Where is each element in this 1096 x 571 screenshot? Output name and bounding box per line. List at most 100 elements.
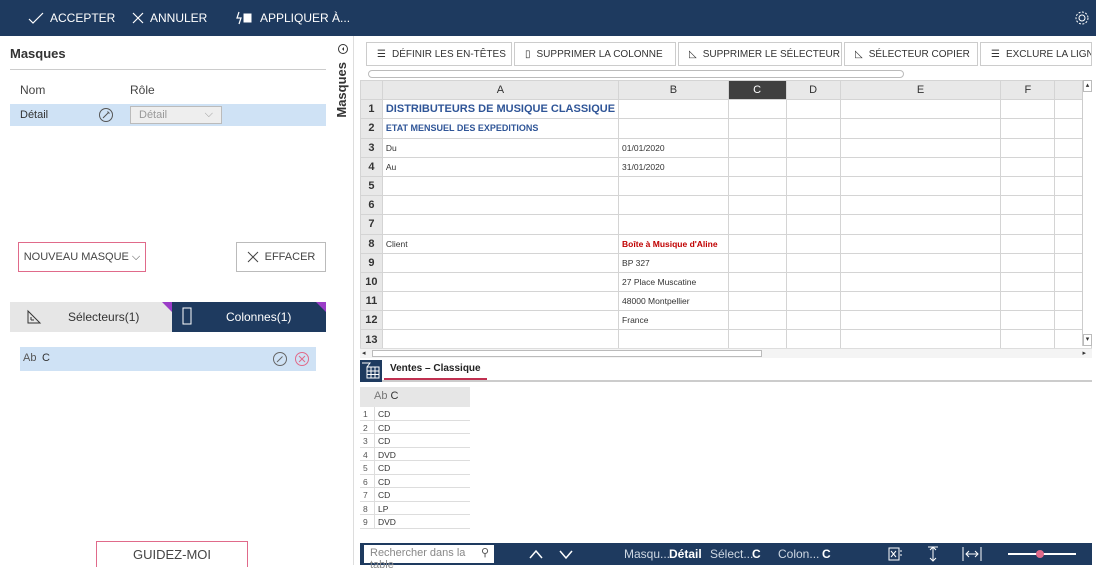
guide-me-button[interactable]: GUIDEZ-MOI	[96, 541, 248, 567]
cell-f[interactable]	[1000, 175, 1056, 197]
cell-b[interactable]	[618, 175, 729, 197]
cell-d[interactable]	[785, 99, 841, 120]
column-header-c[interactable]: C	[727, 80, 787, 101]
cell-b[interactable]	[618, 214, 729, 235]
row-number[interactable]: 6	[360, 195, 383, 216]
exclude-line-button[interactable]: ☰ EXCLURE LA LIGNE	[980, 42, 1092, 66]
row-number[interactable]: 5	[360, 175, 383, 197]
cell-a[interactable]	[381, 175, 620, 197]
column-header-e[interactable]: E	[839, 80, 1002, 101]
cell-b[interactable]: Boîte à Musique d'Aline	[618, 233, 729, 254]
tab-selectors[interactable]: Sélecteurs(1)	[10, 302, 172, 332]
cell-f[interactable]	[1000, 291, 1056, 312]
row-number[interactable]: 3	[360, 137, 383, 158]
cell-f[interactable]	[1000, 310, 1056, 331]
corner-cell[interactable]	[360, 80, 383, 101]
cell-b[interactable]	[618, 195, 729, 216]
cell-e[interactable]	[839, 214, 1002, 235]
fit-width-icon[interactable]	[962, 546, 982, 562]
side-tab[interactable]: Masques	[332, 36, 354, 565]
cell-c[interactable]	[727, 175, 787, 197]
column-header-f[interactable]: F	[1000, 80, 1056, 101]
row-number[interactable]: 10	[360, 271, 383, 293]
cell-b[interactable]: 48000 Montpellier	[618, 291, 729, 312]
cell-e[interactable]	[839, 291, 1002, 312]
zoom-slider[interactable]	[1008, 550, 1076, 558]
cell-d[interactable]	[785, 214, 841, 235]
row-number[interactable]: 4	[360, 156, 383, 177]
cell-c[interactable]	[727, 329, 787, 348]
cell-b[interactable]	[618, 99, 729, 120]
cell-f[interactable]	[1000, 233, 1056, 254]
scroll-up-icon[interactable]: ▴	[1083, 80, 1092, 92]
row-number[interactable]: 2	[360, 118, 383, 139]
delete-column-button[interactable]: ▯ SUPPRIMER LA COLONNE	[514, 42, 676, 66]
tab-columns[interactable]: Colonnes(1)	[172, 302, 326, 332]
role-select[interactable]: Détail ⌵	[130, 106, 222, 124]
cell-a[interactable]: ETAT MENSUEL DES EXPEDITIONS	[381, 118, 620, 139]
row-number[interactable]: 12	[360, 310, 383, 331]
delete-selector-button[interactable]: ◺ SUPPRIMER LE SÉLECTEUR	[678, 42, 842, 66]
mask-row[interactable]: Détail Détail ⌵	[10, 104, 326, 126]
ribbon-scrollbar[interactable]	[368, 70, 904, 78]
column-header-d[interactable]: D	[785, 80, 841, 101]
cell-e[interactable]	[839, 195, 1002, 216]
filter-table-icon[interactable]	[360, 360, 382, 382]
cell-f[interactable]	[1000, 156, 1056, 177]
cell-e[interactable]	[839, 233, 1002, 254]
cell-f[interactable]	[1000, 329, 1056, 348]
cell-c[interactable]	[727, 310, 787, 331]
edit-icon[interactable]	[272, 351, 288, 367]
cell-c[interactable]	[727, 233, 787, 254]
cell-c[interactable]	[727, 252, 787, 273]
row-number[interactable]: 8	[360, 233, 383, 254]
cell-a[interactable]: Au	[381, 156, 620, 177]
cell-a[interactable]: Client	[381, 233, 620, 254]
cell-d[interactable]	[785, 195, 841, 216]
cell-d[interactable]	[785, 156, 841, 177]
cell-f[interactable]	[1000, 195, 1056, 216]
cell-c[interactable]	[727, 214, 787, 235]
horizontal-scrollbar[interactable]: ◂ ▸	[360, 348, 1092, 358]
cell-b[interactable]: France	[618, 310, 729, 331]
cell-b[interactable]: 31/01/2020	[618, 156, 729, 177]
cell-d[interactable]	[785, 291, 841, 312]
cell-b[interactable]: BP 327	[618, 252, 729, 273]
cell-d[interactable]	[785, 175, 841, 197]
cell-e[interactable]	[839, 310, 1002, 331]
gear-icon[interactable]	[1074, 10, 1090, 26]
cell-b[interactable]: 01/01/2020	[618, 137, 729, 158]
column-row[interactable]: Ab C	[20, 347, 316, 371]
row-number[interactable]: 13	[360, 329, 383, 348]
cell-f[interactable]	[1000, 252, 1056, 273]
cell-c[interactable]	[727, 271, 787, 293]
cell-b[interactable]	[618, 329, 729, 348]
cell-d[interactable]	[785, 271, 841, 293]
cell-d[interactable]	[785, 252, 841, 273]
cell-e[interactable]	[839, 329, 1002, 348]
row-number[interactable]: 11	[360, 291, 383, 312]
edit-icon[interactable]	[98, 107, 114, 123]
cancel-button[interactable]: ANNULER	[132, 0, 207, 36]
cell-a[interactable]	[381, 214, 620, 235]
cell-c[interactable]	[727, 156, 787, 177]
cell-f[interactable]	[1000, 271, 1056, 293]
row-number[interactable]: 7	[360, 214, 383, 235]
scroll-left-icon[interactable]: ◂	[362, 349, 366, 357]
cell-b[interactable]: 27 Place Muscatine	[618, 271, 729, 293]
define-headers-button[interactable]: ☰ DÉFINIR LES EN-TÊTES	[366, 42, 512, 66]
scroll-down-icon[interactable]: ▾	[1083, 334, 1092, 346]
collapse-icon[interactable]	[338, 44, 348, 54]
cell-e[interactable]	[839, 156, 1002, 177]
cell-a[interactable]: Du	[381, 137, 620, 158]
cell-f[interactable]	[1000, 118, 1056, 139]
cell-c[interactable]	[727, 291, 787, 312]
chevron-down-icon[interactable]	[558, 548, 574, 560]
cell-f[interactable]	[1000, 137, 1056, 158]
clear-button[interactable]: EFFACER	[236, 242, 326, 272]
excel-icon[interactable]	[888, 547, 904, 561]
cell-d[interactable]	[785, 310, 841, 331]
search-input[interactable]: Rechercher dans la table ⚲	[364, 545, 494, 571]
sheet-tab[interactable]: Ventes – Classique	[384, 361, 487, 380]
fit-height-icon[interactable]	[926, 546, 940, 562]
